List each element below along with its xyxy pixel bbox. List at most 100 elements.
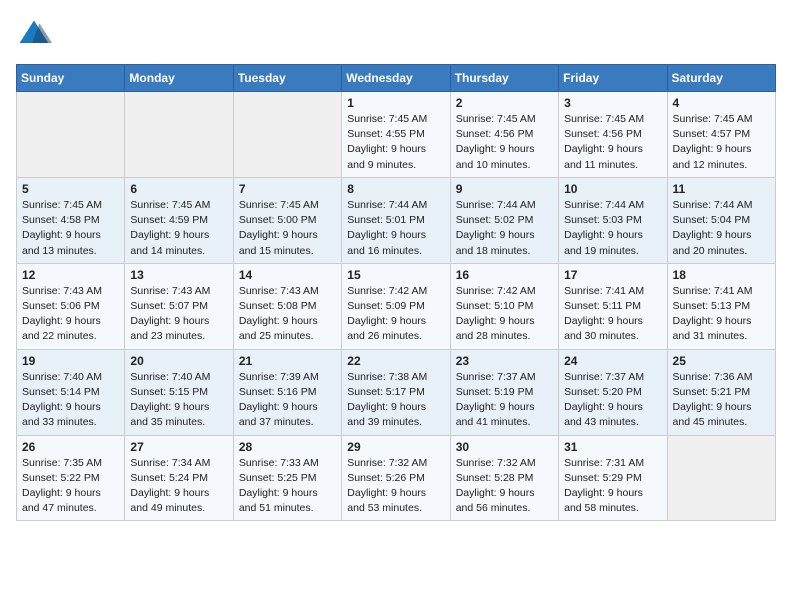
day-number: 18 [673, 268, 770, 282]
day-cell: 18 Sunrise: 7:41 AMSunset: 5:13 PMDayligh… [667, 263, 775, 349]
day-info: Sunrise: 7:44 AMSunset: 5:03 PMDaylight:… [564, 198, 661, 259]
day-number: 26 [22, 440, 119, 454]
day-cell: 3Sunrise: 7:45 AMSunset: 4:56 PMDaylight… [559, 92, 667, 178]
week-row-2: 12 Sunrise: 7:43 AMSunset: 5:06 PMDayligh… [17, 263, 776, 349]
day-cell: 25 Sunrise: 7:36 AMSunset: 5:21 PMDayligh… [667, 349, 775, 435]
day-number: 31 [564, 440, 661, 454]
day-number: 24 [564, 354, 661, 368]
day-cell: 9 Sunrise: 7:44 AMSunset: 5:02 PMDaylight… [450, 177, 558, 263]
logo [16, 16, 56, 52]
day-info: Sunrise: 7:40 AMSunset: 5:15 PMDaylight:… [130, 370, 227, 431]
day-info: Sunrise: 7:33 AMSunset: 5:25 PMDaylight:… [239, 456, 336, 517]
day-number: 6 [130, 182, 227, 196]
day-cell: 21 Sunrise: 7:39 AMSunset: 5:16 PMDayligh… [233, 349, 341, 435]
day-info: Sunrise: 7:44 AMSunset: 5:02 PMDaylight:… [456, 198, 553, 259]
day-info: Sunrise: 7:39 AMSunset: 5:16 PMDaylight:… [239, 370, 336, 431]
day-cell: 26 Sunrise: 7:35 AMSunset: 5:22 PMDayligh… [17, 435, 125, 521]
day-info: Sunrise: 7:35 AMSunset: 5:22 PMDaylight:… [22, 456, 119, 517]
day-number: 15 [347, 268, 444, 282]
day-info: Sunrise: 7:45 AMSunset: 4:59 PMDaylight:… [130, 198, 227, 259]
day-number: 22 [347, 354, 444, 368]
day-info: Sunrise: 7:42 AMSunset: 5:09 PMDaylight:… [347, 284, 444, 345]
day-cell: 2 Sunrise: 7:45 AMSunset: 4:56 PMDaylight… [450, 92, 558, 178]
day-number: 23 [456, 354, 553, 368]
day-number: 17 [564, 268, 661, 282]
day-cell [233, 92, 341, 178]
day-info: Sunrise: 7:42 AMSunset: 5:10 PMDaylight:… [456, 284, 553, 345]
day-info: Sunrise: 7:41 AMSunset: 5:13 PMDaylight:… [673, 284, 770, 345]
logo-icon [16, 16, 52, 52]
week-row-1: 5 Sunrise: 7:45 AMSunset: 4:58 PMDaylight… [17, 177, 776, 263]
day-info: Sunrise: 7:38 AMSunset: 5:17 PMDaylight:… [347, 370, 444, 431]
col-header-thursday: Thursday [450, 65, 558, 92]
day-info: Sunrise: 7:31 AMSunset: 5:29 PMDaylight:… [564, 456, 661, 517]
day-number: 10 [564, 182, 661, 196]
day-number: 5 [22, 182, 119, 196]
day-number: 25 [673, 354, 770, 368]
day-info: Sunrise: 7:45 AMSunset: 4:58 PMDaylight:… [22, 198, 119, 259]
day-cell: 22 Sunrise: 7:38 AMSunset: 5:17 PMDayligh… [342, 349, 450, 435]
day-number: 14 [239, 268, 336, 282]
week-row-4: 26 Sunrise: 7:35 AMSunset: 5:22 PMDayligh… [17, 435, 776, 521]
day-cell: 27 Sunrise: 7:34 AMSunset: 5:24 PMDayligh… [125, 435, 233, 521]
day-number: 30 [456, 440, 553, 454]
day-info: Sunrise: 7:40 AMSunset: 5:14 PMDaylight:… [22, 370, 119, 431]
day-number: 7 [239, 182, 336, 196]
day-number: 4 [673, 96, 770, 110]
day-cell: 10 Sunrise: 7:44 AMSunset: 5:03 PMDayligh… [559, 177, 667, 263]
col-header-sunday: Sunday [17, 65, 125, 92]
day-cell: 20 Sunrise: 7:40 AMSunset: 5:15 PMDayligh… [125, 349, 233, 435]
day-number: 2 [456, 96, 553, 110]
day-cell: 4Sunrise: 7:45 AMSunset: 4:57 PMDaylight… [667, 92, 775, 178]
day-info: Sunrise: 7:32 AMSunset: 5:28 PMDaylight:… [456, 456, 553, 517]
day-info: Sunrise: 7:37 AMSunset: 5:19 PMDaylight:… [456, 370, 553, 431]
day-number: 29 [347, 440, 444, 454]
day-cell: 23 Sunrise: 7:37 AMSunset: 5:19 PMDayligh… [450, 349, 558, 435]
day-number: 1 [347, 96, 444, 110]
day-cell: 13Sunrise: 7:43 AMSunset: 5:07 PMDayligh… [125, 263, 233, 349]
day-cell: 19 Sunrise: 7:40 AMSunset: 5:14 PMDayligh… [17, 349, 125, 435]
day-number: 11 [673, 182, 770, 196]
day-number: 20 [130, 354, 227, 368]
day-cell: 8Sunrise: 7:44 AMSunset: 5:01 PMDaylight… [342, 177, 450, 263]
day-cell [667, 435, 775, 521]
day-number: 9 [456, 182, 553, 196]
day-info: Sunrise: 7:43 AMSunset: 5:06 PMDaylight:… [22, 284, 119, 345]
day-info: Sunrise: 7:37 AMSunset: 5:20 PMDaylight:… [564, 370, 661, 431]
col-header-wednesday: Wednesday [342, 65, 450, 92]
day-info: Sunrise: 7:43 AMSunset: 5:08 PMDaylight:… [239, 284, 336, 345]
day-number: 28 [239, 440, 336, 454]
week-row-3: 19 Sunrise: 7:40 AMSunset: 5:14 PMDayligh… [17, 349, 776, 435]
day-cell: 15 Sunrise: 7:42 AMSunset: 5:09 PMDayligh… [342, 263, 450, 349]
day-cell: 17 Sunrise: 7:41 AMSunset: 5:11 PMDayligh… [559, 263, 667, 349]
day-cell: 5 Sunrise: 7:45 AMSunset: 4:58 PMDaylight… [17, 177, 125, 263]
day-info: Sunrise: 7:45 AMSunset: 5:00 PMDaylight:… [239, 198, 336, 259]
week-row-0: 1Sunrise: 7:45 AMSunset: 4:55 PMDaylight… [17, 92, 776, 178]
day-info: Sunrise: 7:44 AMSunset: 5:01 PMDaylight:… [347, 198, 444, 259]
col-header-saturday: Saturday [667, 65, 775, 92]
col-header-tuesday: Tuesday [233, 65, 341, 92]
day-info: Sunrise: 7:45 AMSunset: 4:56 PMDaylight:… [456, 112, 553, 173]
day-cell: 12 Sunrise: 7:43 AMSunset: 5:06 PMDayligh… [17, 263, 125, 349]
day-cell: 1Sunrise: 7:45 AMSunset: 4:55 PMDaylight… [342, 92, 450, 178]
day-info: Sunrise: 7:34 AMSunset: 5:24 PMDaylight:… [130, 456, 227, 517]
day-number: 16 [456, 268, 553, 282]
day-cell: 30 Sunrise: 7:32 AMSunset: 5:28 PMDayligh… [450, 435, 558, 521]
day-info: Sunrise: 7:32 AMSunset: 5:26 PMDaylight:… [347, 456, 444, 517]
day-number: 21 [239, 354, 336, 368]
col-header-friday: Friday [559, 65, 667, 92]
day-number: 19 [22, 354, 119, 368]
day-number: 12 [22, 268, 119, 282]
calendar: SundayMondayTuesdayWednesdayThursdayFrid… [16, 64, 776, 521]
day-info: Sunrise: 7:36 AMSunset: 5:21 PMDaylight:… [673, 370, 770, 431]
day-number: 27 [130, 440, 227, 454]
header [16, 16, 776, 52]
day-cell: 24 Sunrise: 7:37 AMSunset: 5:20 PMDayligh… [559, 349, 667, 435]
day-cell: 7 Sunrise: 7:45 AMSunset: 5:00 PMDaylight… [233, 177, 341, 263]
day-info: Sunrise: 7:41 AMSunset: 5:11 PMDaylight:… [564, 284, 661, 345]
day-cell: 28 Sunrise: 7:33 AMSunset: 5:25 PMDayligh… [233, 435, 341, 521]
day-cell: 16 Sunrise: 7:42 AMSunset: 5:10 PMDayligh… [450, 263, 558, 349]
day-info: Sunrise: 7:44 AMSunset: 5:04 PMDaylight:… [673, 198, 770, 259]
day-cell: 29 Sunrise: 7:32 AMSunset: 5:26 PMDayligh… [342, 435, 450, 521]
day-number: 3 [564, 96, 661, 110]
